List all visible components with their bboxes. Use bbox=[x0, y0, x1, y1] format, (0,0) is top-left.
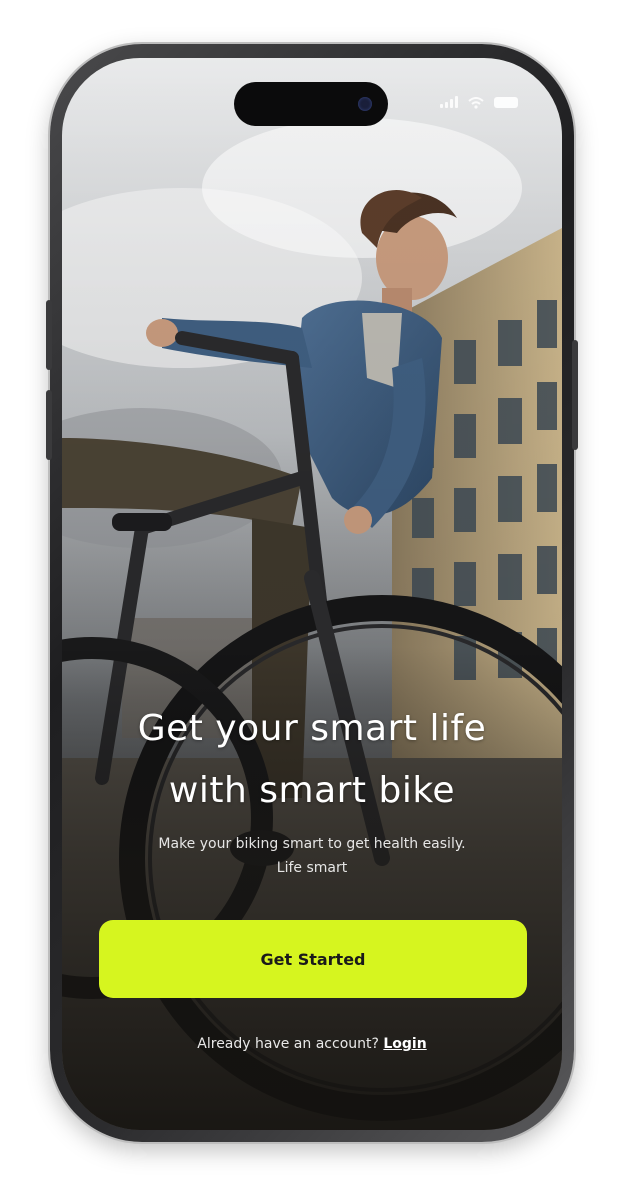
get-started-button[interactable]: Get Started bbox=[99, 920, 527, 998]
headline-line-1: Get your smart life bbox=[137, 708, 487, 749]
power-button bbox=[572, 340, 578, 450]
battery-icon bbox=[494, 96, 518, 108]
subtitle-line-1: Make your biking smart to get health eas… bbox=[158, 836, 466, 852]
login-link[interactable]: Login bbox=[383, 1036, 426, 1052]
subtitle: Make your biking smart to get health eas… bbox=[82, 832, 542, 880]
hero-text: Get your smart life with smart bike Make… bbox=[62, 698, 562, 880]
status-bar-icons bbox=[440, 96, 518, 109]
signal-icon bbox=[440, 96, 458, 108]
subtitle-line-2: Life smart bbox=[276, 860, 348, 876]
mockup-stage: Get your smart life with smart bike Make… bbox=[0, 0, 625, 1188]
page-title: Get your smart life with smart bike bbox=[82, 698, 542, 822]
account-prompt-text: Already have an account? bbox=[197, 1036, 379, 1052]
headline-line-2: with smart bike bbox=[168, 770, 456, 811]
volume-down-button bbox=[46, 390, 52, 460]
login-prompt: Already have an account? Login bbox=[62, 1036, 562, 1052]
volume-up-button bbox=[46, 300, 52, 370]
wifi-icon bbox=[468, 96, 484, 109]
dynamic-island bbox=[234, 82, 388, 126]
camera-lens-icon bbox=[358, 97, 372, 111]
phone-screen: Get your smart life with smart bike Make… bbox=[62, 58, 562, 1130]
